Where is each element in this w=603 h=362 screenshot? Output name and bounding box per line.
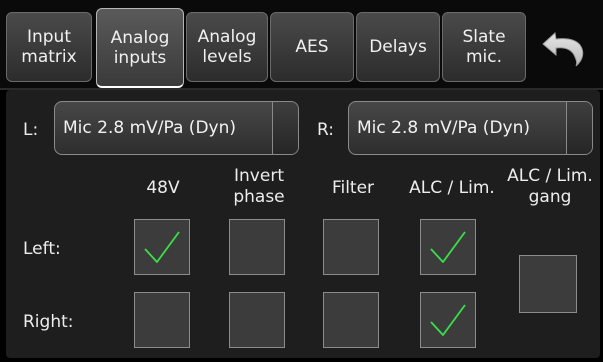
left-filter-checkbox[interactable]	[323, 219, 379, 275]
right-alc-lim-checkbox[interactable]	[420, 292, 476, 348]
column-header-alc-lim-gang: ALC / Lim. gang	[507, 166, 593, 207]
column-header-invert-phase: Invert phase	[233, 166, 285, 207]
tab-input-matrix[interactable]: Input matrix	[6, 12, 92, 82]
undo-arrow-icon	[542, 32, 584, 67]
right-filter-checkbox[interactable]	[323, 292, 379, 348]
tab-analog-levels[interactable]: Analog levels	[186, 12, 268, 82]
tab-aes[interactable]: AES	[270, 12, 354, 82]
column-header-48v: 48V	[146, 178, 180, 198]
row-label-left: Left:	[23, 239, 61, 259]
tab-analog-inputs[interactable]: Analog inputs	[96, 8, 184, 88]
right-input-type-dropdown[interactable]: Mic 2.8 mV/Pa (Dyn)	[348, 101, 593, 155]
left-dropdown-button[interactable]	[272, 102, 298, 154]
tab-slate-mic[interactable]: Slate mic.	[442, 12, 526, 82]
back-button[interactable]	[530, 12, 600, 82]
right-dropdown-button[interactable]	[566, 102, 592, 154]
right-channel-label: R:	[317, 120, 335, 140]
tab-delays[interactable]: Delays	[356, 12, 440, 82]
left-48v-checkbox[interactable]	[134, 219, 190, 275]
left-input-type-value: Mic 2.8 mV/Pa (Dyn)	[63, 118, 236, 138]
column-header-alc-lim: ALC / Lim.	[409, 178, 495, 198]
alc-lim-gang-checkbox[interactable]	[519, 255, 577, 313]
checkmark-icon	[430, 304, 466, 336]
right-input-type-value: Mic 2.8 mV/Pa (Dyn)	[357, 118, 530, 138]
left-input-type-dropdown[interactable]: Mic 2.8 mV/Pa (Dyn)	[54, 101, 299, 155]
row-label-right: Right:	[23, 312, 74, 332]
column-header-filter: Filter	[331, 178, 375, 198]
right-invert-phase-checkbox[interactable]	[229, 292, 285, 348]
left-alc-lim-checkbox[interactable]	[420, 219, 476, 275]
left-invert-phase-checkbox[interactable]	[229, 219, 285, 275]
checkmark-icon	[430, 231, 466, 263]
tab-bar: Input matrix Analog inputs Analog levels…	[0, 0, 603, 90]
right-48v-checkbox[interactable]	[134, 292, 190, 348]
left-channel-label: L:	[23, 120, 39, 140]
app-window: Input matrix Analog inputs Analog levels…	[0, 0, 603, 362]
checkmark-icon	[144, 231, 180, 263]
